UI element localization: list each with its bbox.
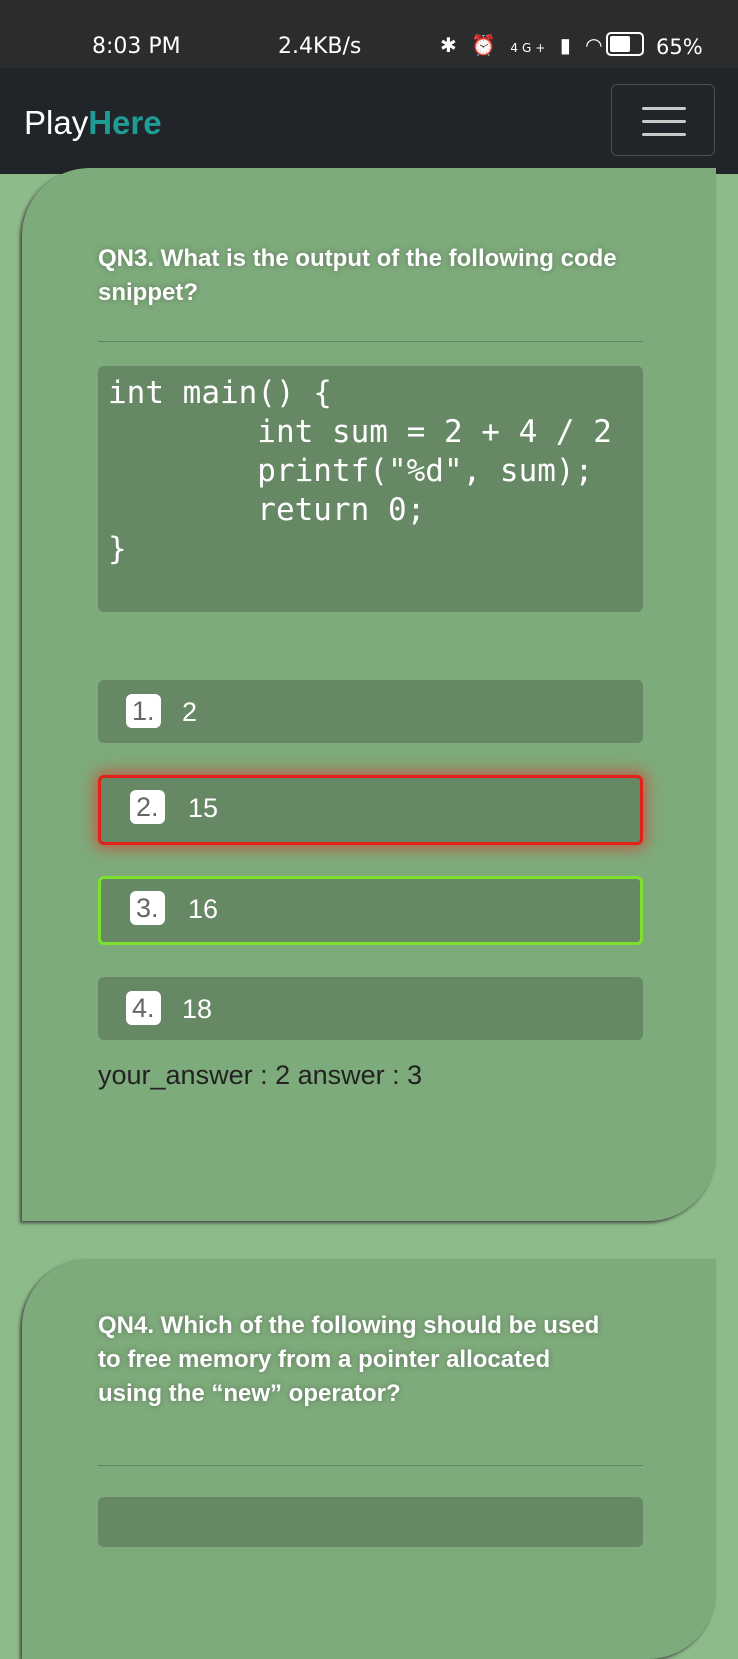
wifi-icon: ◠ bbox=[585, 33, 607, 57]
status-network-speed: 2.4KB/s bbox=[278, 34, 362, 59]
answer-result: your_answer : 2 answer : 3 bbox=[98, 1060, 423, 1090]
bluetooth-icon: ✱ bbox=[440, 33, 461, 57]
option-3-correct[interactable]: 3. 16 bbox=[98, 876, 643, 945]
option-number: 2. bbox=[130, 790, 165, 824]
signal-icon: ▮ bbox=[559, 33, 575, 57]
option-value: 16 bbox=[188, 894, 219, 924]
code-snippet: int main() { int sum = 2 + 4 / 2 printf(… bbox=[98, 366, 643, 612]
hamburger-icon bbox=[642, 107, 686, 110]
option-number: 1. bbox=[126, 694, 161, 728]
status-time: 8:03 PM bbox=[92, 34, 181, 59]
brand-prefix: Play bbox=[24, 104, 89, 141]
option-number: 4. bbox=[126, 991, 161, 1025]
question-card-4: QN4. Which of the following should be us… bbox=[22, 1259, 716, 1659]
status-icons: ✱ ⏰ 4G+ ▮ ◠ bbox=[440, 33, 607, 57]
brand-logo[interactable]: PlayHere bbox=[24, 104, 162, 142]
option-value: 2 bbox=[182, 697, 198, 727]
status-bar: 8:03 PM 2.4KB/s ✱ ⏰ 4G+ ▮ ◠ 65% bbox=[0, 0, 738, 68]
option-1[interactable] bbox=[98, 1497, 643, 1547]
code-text: int main() { int sum = 2 + 4 / 2 printf(… bbox=[108, 375, 612, 567]
question-title: QN3. What is the output of the following… bbox=[98, 245, 617, 306]
battery-icon bbox=[606, 32, 644, 56]
menu-toggle-button[interactable] bbox=[611, 84, 715, 156]
option-2-wrong[interactable]: 2. 15 bbox=[98, 775, 643, 845]
option-1[interactable]: 1. 2 bbox=[98, 680, 643, 743]
option-number: 3. bbox=[130, 891, 165, 925]
option-value: 18 bbox=[182, 994, 213, 1024]
question-card-3: QN3. What is the output of the following… bbox=[22, 168, 716, 1221]
question-title: QN4. Which of the following should be us… bbox=[98, 1312, 600, 1407]
option-4[interactable]: 4. 18 bbox=[98, 977, 643, 1040]
navbar: PlayHere bbox=[0, 68, 738, 174]
alarm-icon: ⏰ bbox=[471, 33, 501, 57]
network-type: 4G+ bbox=[510, 41, 550, 55]
battery-percent: 65% bbox=[656, 35, 703, 59]
divider bbox=[98, 341, 643, 342]
divider bbox=[98, 1465, 643, 1466]
option-value: 15 bbox=[188, 793, 219, 823]
brand-highlight: Here bbox=[88, 104, 162, 141]
